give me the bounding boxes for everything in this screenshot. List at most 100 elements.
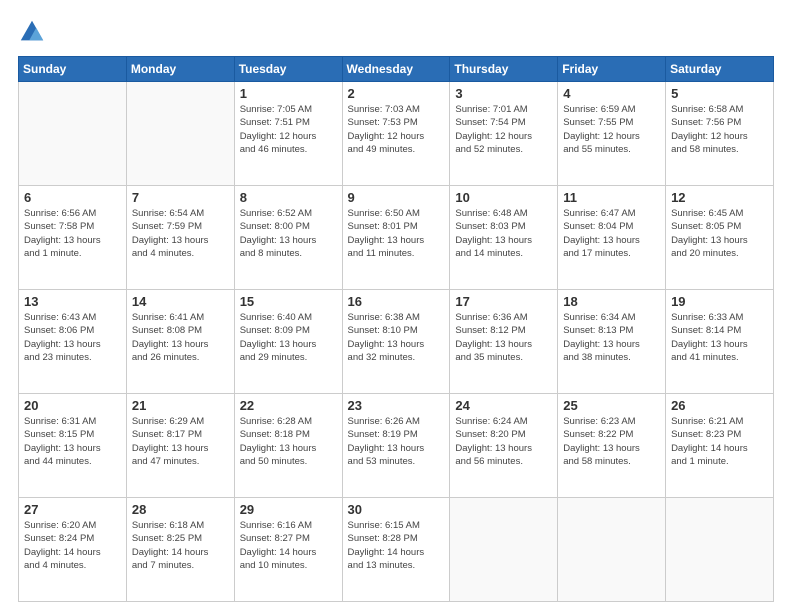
calendar-cell: 10 Sunrise: 6:48 AM Sunset: 8:03 PM Dayli… bbox=[450, 186, 558, 290]
calendar-cell: 2Sunrise: 7:03 AM Sunset: 7:53 PM Daylig… bbox=[342, 82, 450, 186]
week-row-2: 13 Sunrise: 6:43 AM Sunset: 8:06 PM Dayli… bbox=[19, 290, 774, 394]
day-number: 15 bbox=[240, 294, 337, 309]
calendar-cell: 22 Sunrise: 6:28 AM Sunset: 8:18 PM Dayli… bbox=[234, 394, 342, 498]
day-info: Sunrise: 6:56 AM Sunset: 7:58 PM Dayligh… bbox=[24, 207, 121, 260]
day-info: Sunrise: 7:01 AM Sunset: 7:54 PM Dayligh… bbox=[455, 103, 552, 156]
day-number: 12 bbox=[671, 190, 768, 205]
day-number: 22 bbox=[240, 398, 337, 413]
day-number: 25 bbox=[563, 398, 660, 413]
day-info: Sunrise: 6:48 AM Sunset: 8:03 PM Dayligh… bbox=[455, 207, 552, 260]
day-info: Sunrise: 6:31 AM Sunset: 8:15 PM Dayligh… bbox=[24, 415, 121, 468]
calendar-cell bbox=[450, 498, 558, 602]
day-number: 13 bbox=[24, 294, 121, 309]
week-row-3: 20Sunrise: 6:31 AM Sunset: 8:15 PM Dayli… bbox=[19, 394, 774, 498]
day-info: Sunrise: 6:54 AM Sunset: 7:59 PM Dayligh… bbox=[132, 207, 229, 260]
day-number: 23 bbox=[348, 398, 445, 413]
day-info: Sunrise: 6:34 AM Sunset: 8:13 PM Dayligh… bbox=[563, 311, 660, 364]
calendar-cell: 24Sunrise: 6:24 AM Sunset: 8:20 PM Dayli… bbox=[450, 394, 558, 498]
week-row-0: 1 Sunrise: 7:05 AM Sunset: 7:51 PM Daylig… bbox=[19, 82, 774, 186]
calendar-cell: 11 Sunrise: 6:47 AM Sunset: 8:04 PM Dayli… bbox=[558, 186, 666, 290]
calendar-cell: 25 Sunrise: 6:23 AM Sunset: 8:22 PM Dayli… bbox=[558, 394, 666, 498]
day-info: Sunrise: 6:40 AM Sunset: 8:09 PM Dayligh… bbox=[240, 311, 337, 364]
calendar-cell: 7 Sunrise: 6:54 AM Sunset: 7:59 PM Daylig… bbox=[126, 186, 234, 290]
day-number: 8 bbox=[240, 190, 337, 205]
day-info: Sunrise: 7:05 AM Sunset: 7:51 PM Dayligh… bbox=[240, 103, 337, 156]
day-number: 21 bbox=[132, 398, 229, 413]
calendar-cell: 26Sunrise: 6:21 AM Sunset: 8:23 PM Dayli… bbox=[666, 394, 774, 498]
calendar-table: SundayMondayTuesdayWednesdayThursdayFrid… bbox=[18, 56, 774, 602]
day-number: 3 bbox=[455, 86, 552, 101]
week-row-4: 27 Sunrise: 6:20 AM Sunset: 8:24 PM Dayli… bbox=[19, 498, 774, 602]
day-info: Sunrise: 6:26 AM Sunset: 8:19 PM Dayligh… bbox=[348, 415, 445, 468]
calendar-cell: 18 Sunrise: 6:34 AM Sunset: 8:13 PM Dayli… bbox=[558, 290, 666, 394]
day-info: Sunrise: 6:47 AM Sunset: 8:04 PM Dayligh… bbox=[563, 207, 660, 260]
day-number: 1 bbox=[240, 86, 337, 101]
day-number: 10 bbox=[455, 190, 552, 205]
calendar-cell: 14 Sunrise: 6:41 AM Sunset: 8:08 PM Dayli… bbox=[126, 290, 234, 394]
day-info: Sunrise: 6:18 AM Sunset: 8:25 PM Dayligh… bbox=[132, 519, 229, 572]
calendar-cell: 23 Sunrise: 6:26 AM Sunset: 8:19 PM Dayli… bbox=[342, 394, 450, 498]
calendar-cell bbox=[558, 498, 666, 602]
weekday-header-sunday: Sunday bbox=[19, 57, 127, 82]
week-row-1: 6 Sunrise: 6:56 AM Sunset: 7:58 PM Daylig… bbox=[19, 186, 774, 290]
weekday-header-saturday: Saturday bbox=[666, 57, 774, 82]
day-number: 7 bbox=[132, 190, 229, 205]
day-number: 16 bbox=[348, 294, 445, 309]
calendar-cell: 6 Sunrise: 6:56 AM Sunset: 7:58 PM Daylig… bbox=[19, 186, 127, 290]
calendar-cell: 3 Sunrise: 7:01 AM Sunset: 7:54 PM Daylig… bbox=[450, 82, 558, 186]
day-info: Sunrise: 6:16 AM Sunset: 8:27 PM Dayligh… bbox=[240, 519, 337, 572]
calendar-cell: 21 Sunrise: 6:29 AM Sunset: 8:17 PM Dayli… bbox=[126, 394, 234, 498]
day-info: Sunrise: 6:29 AM Sunset: 8:17 PM Dayligh… bbox=[132, 415, 229, 468]
day-number: 9 bbox=[348, 190, 445, 205]
calendar-cell: 4 Sunrise: 6:59 AM Sunset: 7:55 PM Daylig… bbox=[558, 82, 666, 186]
day-info: Sunrise: 6:21 AM Sunset: 8:23 PM Dayligh… bbox=[671, 415, 768, 468]
weekday-header-friday: Friday bbox=[558, 57, 666, 82]
calendar-cell: 20Sunrise: 6:31 AM Sunset: 8:15 PM Dayli… bbox=[19, 394, 127, 498]
day-info: Sunrise: 6:33 AM Sunset: 8:14 PM Dayligh… bbox=[671, 311, 768, 364]
calendar-cell bbox=[666, 498, 774, 602]
day-info: Sunrise: 6:28 AM Sunset: 8:18 PM Dayligh… bbox=[240, 415, 337, 468]
day-number: 14 bbox=[132, 294, 229, 309]
day-info: Sunrise: 6:36 AM Sunset: 8:12 PM Dayligh… bbox=[455, 311, 552, 364]
day-number: 11 bbox=[563, 190, 660, 205]
calendar-cell: 15 Sunrise: 6:40 AM Sunset: 8:09 PM Dayli… bbox=[234, 290, 342, 394]
calendar-cell: 19Sunrise: 6:33 AM Sunset: 8:14 PM Dayli… bbox=[666, 290, 774, 394]
day-number: 18 bbox=[563, 294, 660, 309]
day-number: 2 bbox=[348, 86, 445, 101]
day-number: 28 bbox=[132, 502, 229, 517]
day-number: 17 bbox=[455, 294, 552, 309]
day-info: Sunrise: 6:15 AM Sunset: 8:28 PM Dayligh… bbox=[348, 519, 445, 572]
weekday-header-wednesday: Wednesday bbox=[342, 57, 450, 82]
weekday-header-monday: Monday bbox=[126, 57, 234, 82]
day-number: 4 bbox=[563, 86, 660, 101]
weekday-header-row: SundayMondayTuesdayWednesdayThursdayFrid… bbox=[19, 57, 774, 82]
day-number: 27 bbox=[24, 502, 121, 517]
page: SundayMondayTuesdayWednesdayThursdayFrid… bbox=[0, 0, 792, 612]
weekday-header-tuesday: Tuesday bbox=[234, 57, 342, 82]
calendar-cell: 27 Sunrise: 6:20 AM Sunset: 8:24 PM Dayli… bbox=[19, 498, 127, 602]
calendar-cell: 12 Sunrise: 6:45 AM Sunset: 8:05 PM Dayli… bbox=[666, 186, 774, 290]
day-info: Sunrise: 6:59 AM Sunset: 7:55 PM Dayligh… bbox=[563, 103, 660, 156]
calendar-cell bbox=[19, 82, 127, 186]
day-info: Sunrise: 6:45 AM Sunset: 8:05 PM Dayligh… bbox=[671, 207, 768, 260]
day-number: 6 bbox=[24, 190, 121, 205]
day-number: 29 bbox=[240, 502, 337, 517]
calendar-cell: 28 Sunrise: 6:18 AM Sunset: 8:25 PM Dayli… bbox=[126, 498, 234, 602]
day-info: Sunrise: 6:50 AM Sunset: 8:01 PM Dayligh… bbox=[348, 207, 445, 260]
day-info: Sunrise: 6:23 AM Sunset: 8:22 PM Dayligh… bbox=[563, 415, 660, 468]
logo bbox=[18, 18, 50, 46]
day-info: Sunrise: 6:52 AM Sunset: 8:00 PM Dayligh… bbox=[240, 207, 337, 260]
calendar-cell: 13 Sunrise: 6:43 AM Sunset: 8:06 PM Dayli… bbox=[19, 290, 127, 394]
day-info: Sunrise: 6:43 AM Sunset: 8:06 PM Dayligh… bbox=[24, 311, 121, 364]
weekday-header-thursday: Thursday bbox=[450, 57, 558, 82]
calendar-cell: 8 Sunrise: 6:52 AM Sunset: 8:00 PM Daylig… bbox=[234, 186, 342, 290]
calendar-cell bbox=[126, 82, 234, 186]
day-info: Sunrise: 6:20 AM Sunset: 8:24 PM Dayligh… bbox=[24, 519, 121, 572]
calendar-cell: 16Sunrise: 6:38 AM Sunset: 8:10 PM Dayli… bbox=[342, 290, 450, 394]
calendar-cell: 17 Sunrise: 6:36 AM Sunset: 8:12 PM Dayli… bbox=[450, 290, 558, 394]
logo-icon bbox=[18, 18, 46, 46]
day-info: Sunrise: 6:41 AM Sunset: 8:08 PM Dayligh… bbox=[132, 311, 229, 364]
day-info: Sunrise: 6:58 AM Sunset: 7:56 PM Dayligh… bbox=[671, 103, 768, 156]
day-number: 5 bbox=[671, 86, 768, 101]
calendar-cell: 5 Sunrise: 6:58 AM Sunset: 7:56 PM Daylig… bbox=[666, 82, 774, 186]
